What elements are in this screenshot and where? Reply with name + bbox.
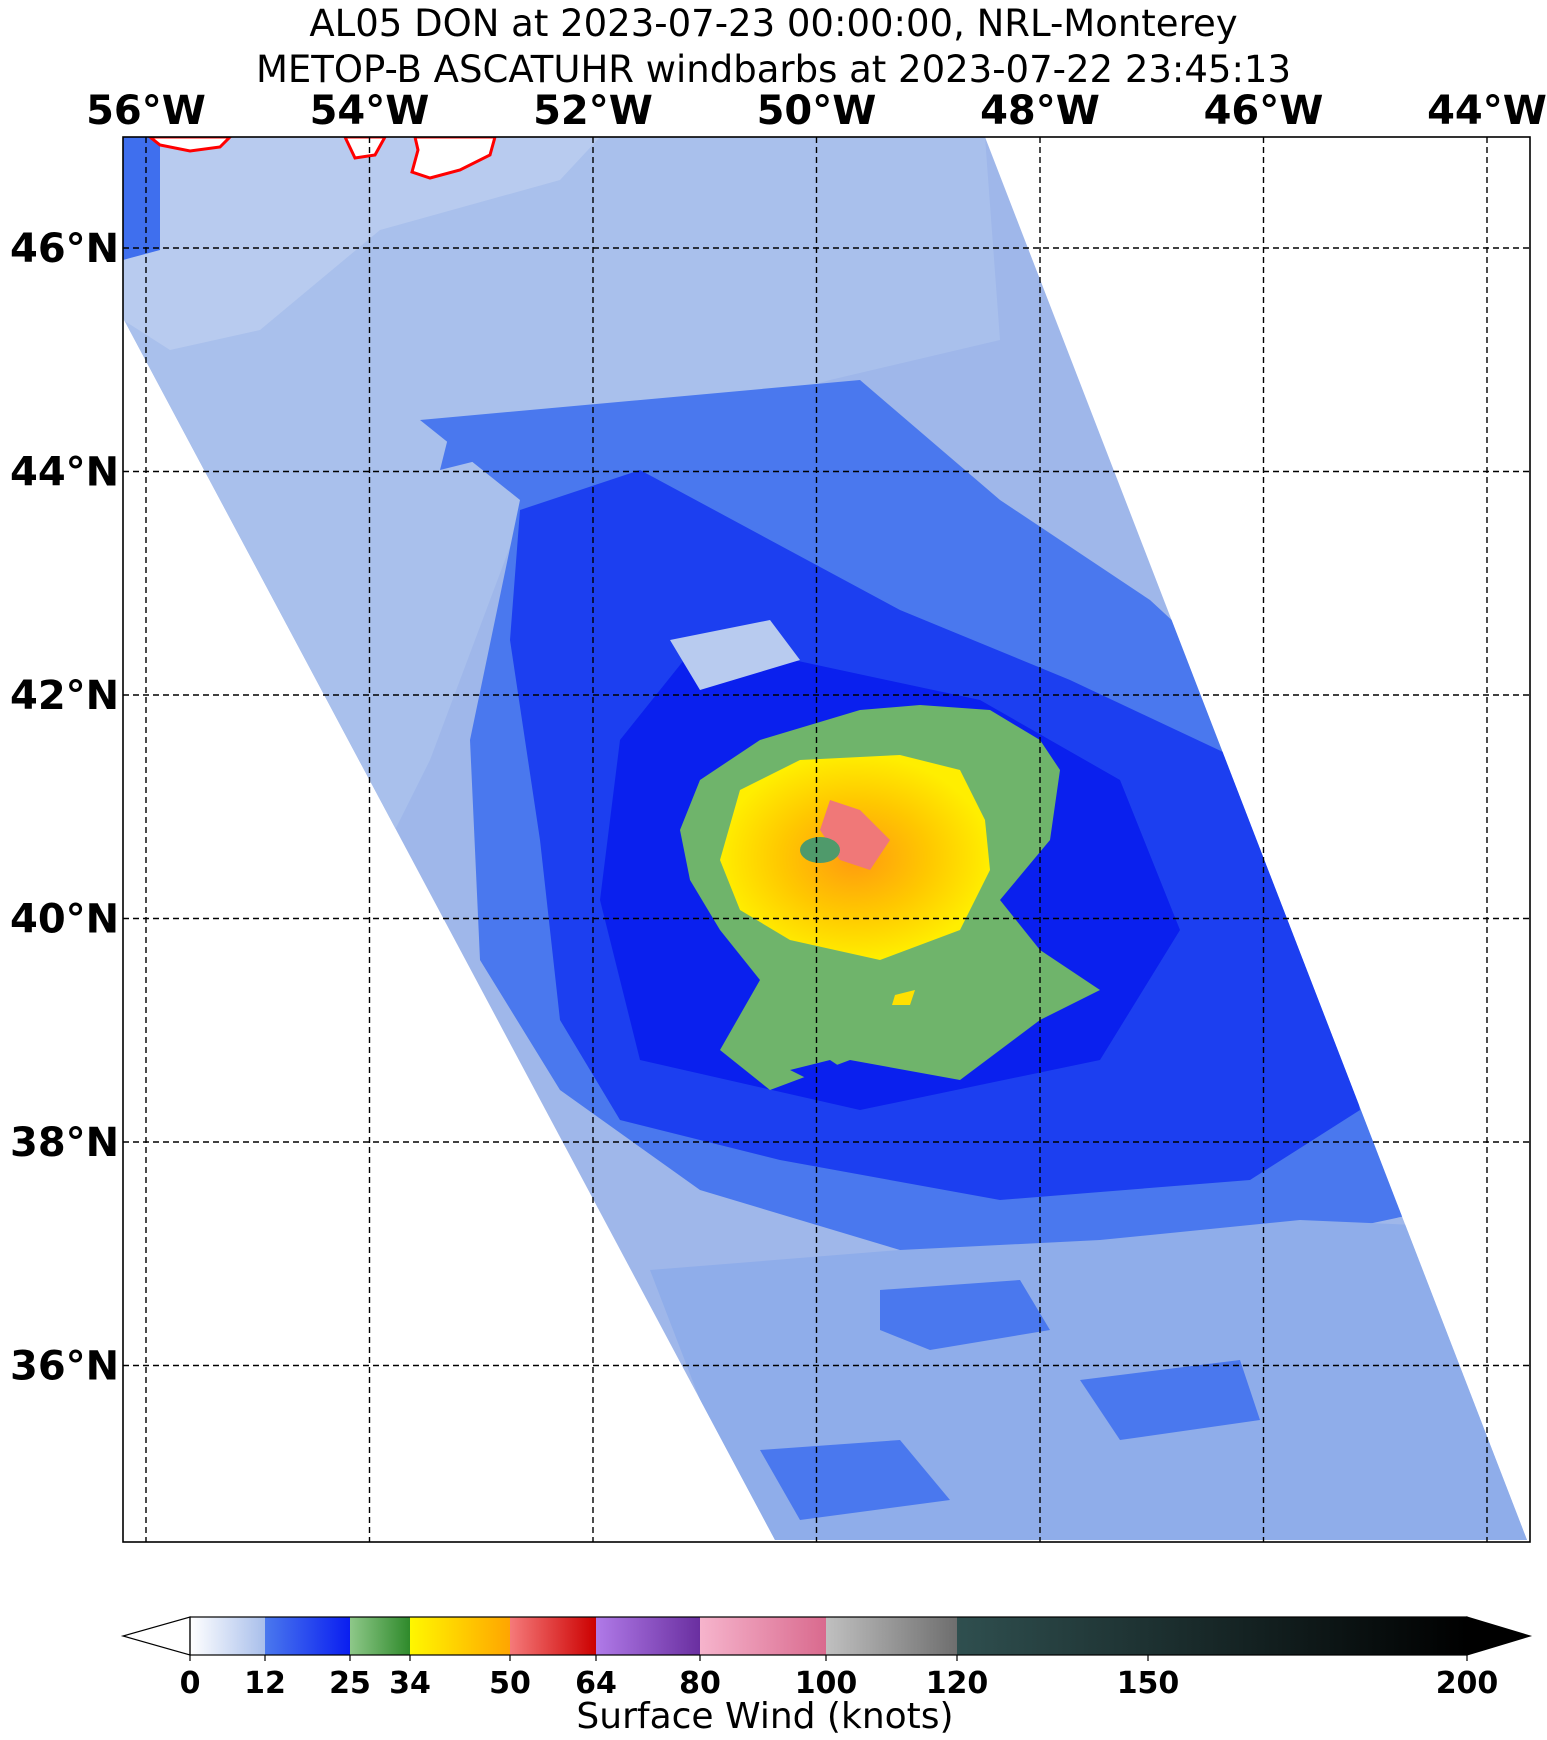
storm-eye — [800, 837, 840, 863]
latitude-label: 40°N — [10, 897, 119, 943]
colorbar-max-extend — [1466, 1616, 1533, 1656]
longitude-label: 52°W — [533, 88, 653, 134]
colorbar-tick-label: 0 — [180, 1666, 201, 1701]
latitude-label: 42°N — [10, 673, 119, 719]
ascat-swath — [123, 137, 1527, 1540]
longitude-label: 56°W — [86, 88, 206, 134]
colorbar-segment — [265, 1617, 350, 1655]
colorbar-segment — [190, 1617, 265, 1655]
swath-west-edge-patch — [123, 137, 160, 260]
latitude-label: 38°N — [10, 1120, 119, 1166]
longitude-label: 54°W — [310, 88, 430, 134]
longitude-label: 48°W — [980, 88, 1100, 134]
colorbar-segment — [596, 1617, 700, 1655]
colorbar-segment — [510, 1617, 596, 1655]
latitude-labels: 46°N 44°N 42°N 40°N 38°N 36°N — [10, 226, 119, 1390]
latitude-label: 44°N — [10, 450, 119, 496]
colorbar: 0 12 25 34 50 64 80 100 120 150 200 — [120, 1616, 1533, 1701]
colorbar-segment — [826, 1617, 957, 1655]
colorbar-segment — [957, 1617, 1467, 1655]
longitude-labels: 56°W 54°W 52°W 50°W 48°W 46°W 44°W — [86, 88, 1547, 134]
longitude-label: 44°W — [1427, 88, 1547, 134]
colorbar-segment — [700, 1617, 826, 1655]
colorbar-tick-label: 150 — [1117, 1666, 1180, 1701]
colorbar-tick-label: 50 — [489, 1666, 531, 1701]
colorbar-min-extend — [120, 1616, 191, 1656]
wind-map: 56°W 54°W 52°W 50°W 48°W 46°W 44°W 46°N 44°N 42°… — [10, 88, 1547, 1737]
colorbar-title: Surface Wind (knots) — [576, 1696, 953, 1737]
longitude-label: 50°W — [757, 88, 877, 134]
colorbar-tick-label: 34 — [389, 1666, 431, 1701]
colorbar-tick-label: 12 — [244, 1666, 286, 1701]
colorbar-segment — [350, 1617, 410, 1655]
latitude-label: 36°N — [10, 1344, 119, 1390]
longitude-label: 46°W — [1204, 88, 1324, 134]
colorbar-tick-label: 200 — [1436, 1666, 1499, 1701]
colorbar-tick-label: 25 — [329, 1666, 371, 1701]
latitude-label: 46°N — [10, 226, 119, 272]
colorbar-segment — [410, 1617, 510, 1655]
